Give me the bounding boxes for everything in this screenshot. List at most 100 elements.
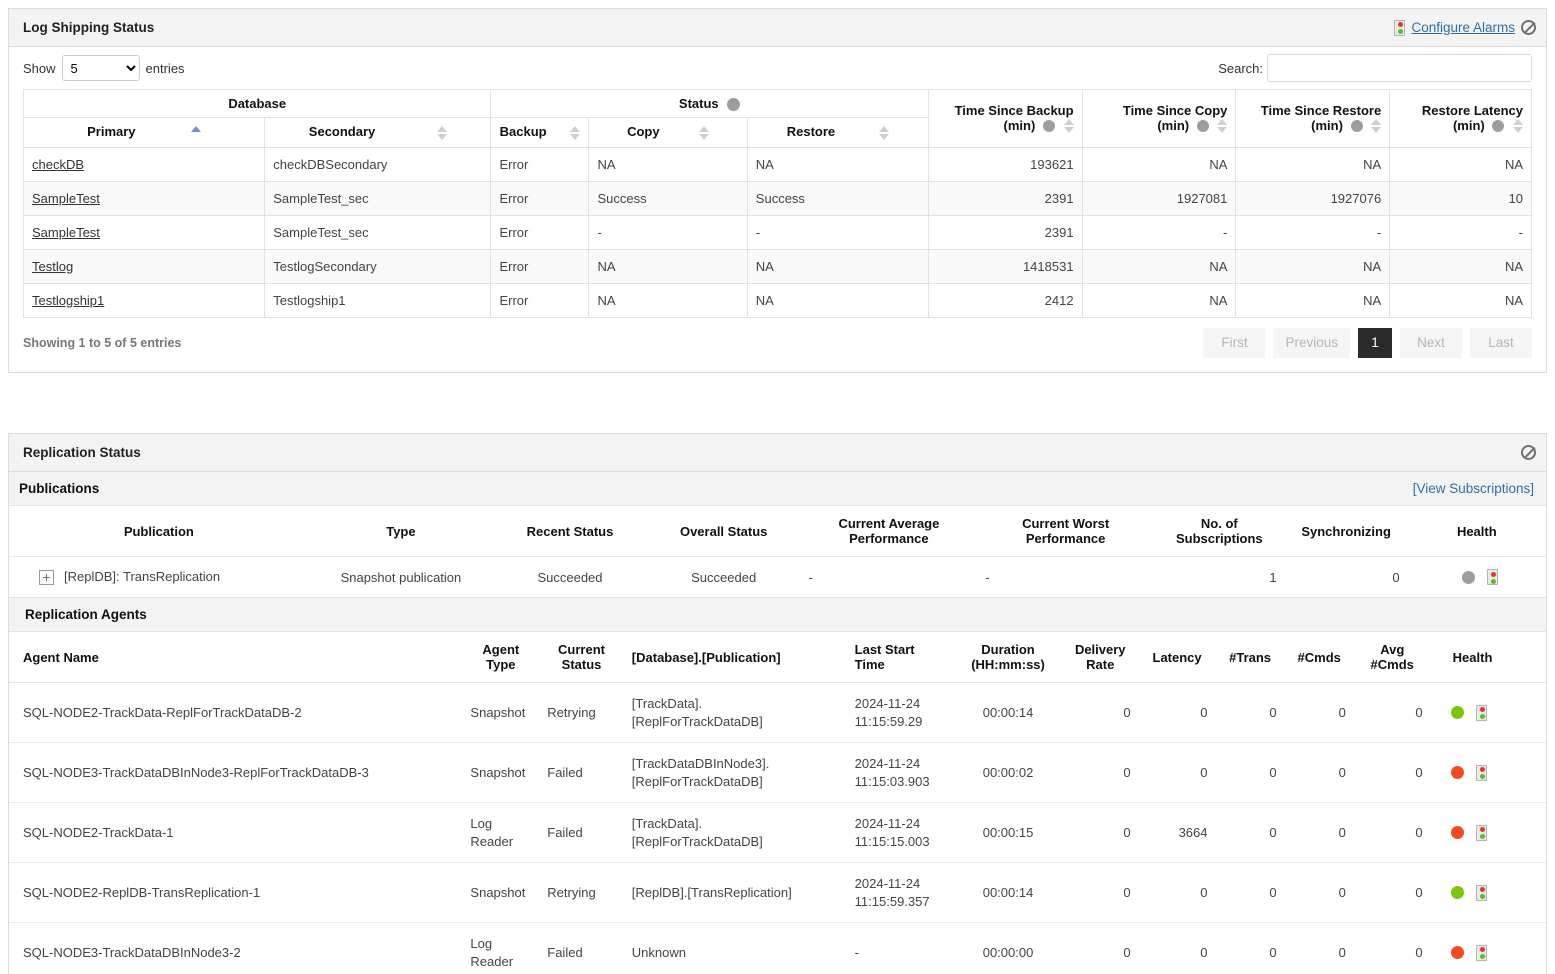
column-header-type: Type <box>386 523 416 539</box>
log-shipping-table: Database Status Time Since Backup (min) … <box>22 88 1532 318</box>
cell-current-status: Failed <box>539 922 624 974</box>
traffic-light-icon[interactable] <box>1486 569 1498 586</box>
traffic-light-icon <box>1394 19 1406 36</box>
view-subscriptions-link[interactable]: [View Subscriptions] <box>1413 481 1534 496</box>
cell-latency: 0 <box>1138 682 1216 743</box>
log-shipping-controls: Show 5102550100 entries Search: <box>9 47 1546 89</box>
sort-arrows-restore-icon[interactable] <box>878 125 889 141</box>
cell-current-status: Failed <box>539 742 624 803</box>
cell-secondary: Testlogship1 <box>264 282 492 318</box>
table-row: Testlogship1 Testlogship1 Error NA NA 2412 NA N… <box>22 282 1532 318</box>
no-entry-icon[interactable] <box>1521 20 1536 35</box>
cell-secondary: TestlogSecondary <box>264 248 492 284</box>
no-entry-icon[interactable] <box>1521 445 1536 460</box>
table-row: SampleTest SampleTest_sec Error Success Succ… <box>22 180 1532 216</box>
column-header-restore[interactable]: Restore <box>746 117 929 148</box>
replication-agents-table: Agent Name Agent Type Current Status [Da… <box>9 632 1546 974</box>
cell-time-since-copy: NA <box>1081 146 1237 182</box>
cell-restore: NA <box>746 282 929 318</box>
traffic-light-icon[interactable] <box>1475 884 1487 901</box>
cell-health <box>1430 742 1546 803</box>
cell-copy: - <box>588 214 748 250</box>
primary-database-link[interactable]: Testlogship1 <box>32 293 104 308</box>
pagination-previous-button[interactable]: Previous <box>1273 327 1350 358</box>
primary-database-link[interactable]: SampleTest <box>32 225 100 240</box>
table-row: SQL-NODE3-TrackDataDBInNode3-ReplForTrac… <box>9 742 1546 803</box>
traffic-light-icon[interactable] <box>1475 764 1487 781</box>
health-status-dot-icon <box>1450 886 1464 900</box>
cell-primary: checkDB <box>22 146 266 182</box>
column-header-time-since-restore[interactable]: Time Since Restore (min) <box>1235 89 1391 148</box>
log-shipping-header: Log Shipping Status Configure Alarms <box>9 9 1546 47</box>
sort-arrows-backup-icon[interactable] <box>570 125 581 141</box>
cell-synchronizing: 0 <box>1284 555 1408 598</box>
column-header-backup[interactable]: Backup <box>490 117 590 148</box>
log-shipping-table-body: checkDB checkDBSecondary Error NA NA 193621 NA… <box>22 146 1532 318</box>
table-row: SampleTest SampleTest_sec Error - -2391- - - <box>22 214 1532 250</box>
pagination-next-button[interactable]: Next <box>1400 327 1462 358</box>
health-indicators <box>1439 764 1538 781</box>
sort-arrows-time-since-copy-icon[interactable] <box>1217 118 1228 134</box>
configure-alarms-link[interactable]: Configure Alarms <box>1411 20 1515 35</box>
cell-delivery-rate: 0 <box>1061 862 1139 923</box>
traffic-light-icon[interactable] <box>1475 824 1487 841</box>
cell-overall-status: Succeeded <box>646 555 801 598</box>
cell-cmds: 0 <box>1284 742 1354 803</box>
cell-avg-cmds: 0 <box>1353 922 1431 974</box>
cell-avg-cmds: 0 <box>1353 682 1431 743</box>
cell-trans: 0 <box>1215 802 1285 863</box>
column-header-restore-latency[interactable]: Restore Latency (min) <box>1389 89 1532 148</box>
primary-database-link[interactable]: checkDB <box>32 157 84 172</box>
sort-arrows-restore-latency-icon[interactable] <box>1513 118 1523 134</box>
cell-backup: Error <box>490 180 590 216</box>
show-entries-select[interactable]: 5102550100 <box>61 55 140 81</box>
traffic-light-icon[interactable] <box>1475 704 1487 721</box>
search-input[interactable] <box>1267 54 1532 82</box>
cell-time-since-backup: 2391 <box>927 214 1083 250</box>
column-header-copy[interactable]: Copy <box>588 117 748 148</box>
publications-header-row: Publication Type Recent Status Overall S… <box>9 506 1546 557</box>
expand-plus-icon[interactable] <box>39 570 54 586</box>
cell-type: Snapshot publication <box>308 555 494 598</box>
column-header-primary[interactable]: Primary <box>22 117 266 148</box>
column-header-latency: Latency <box>1138 632 1216 684</box>
cell-delivery-rate: 0 <box>1061 802 1139 863</box>
pagination-first-button[interactable]: First <box>1203 327 1266 358</box>
primary-database-link[interactable]: SampleTest <box>32 191 100 206</box>
cell-cmds: 0 <box>1284 802 1354 863</box>
cell-latency: 3664 <box>1138 802 1216 863</box>
cell-current-status: Retrying <box>539 862 624 923</box>
sort-arrows-secondary-icon[interactable] <box>436 125 447 141</box>
sort-arrows-time-since-backup-icon[interactable] <box>1063 118 1074 134</box>
pagination-last-button[interactable]: Last <box>1470 327 1532 358</box>
sort-arrows-time-since-restore-icon[interactable] <box>1371 118 1382 134</box>
cell-current-status: Failed <box>539 802 624 863</box>
traffic-light-icon[interactable] <box>1475 944 1487 961</box>
column-header-overall-status: Overall Status <box>679 523 768 539</box>
cell-restore-latency: NA <box>1389 146 1532 182</box>
time-since-backup-dot-icon <box>1042 120 1055 133</box>
column-header-secondary[interactable]: Secondary <box>264 117 492 148</box>
primary-database-link[interactable]: Testlog <box>32 259 73 274</box>
column-header-backup-label: Backup <box>499 124 547 140</box>
table-row: checkDB checkDBSecondary Error NA NA 193621 NA… <box>22 146 1532 182</box>
sort-arrow-primary-asc-icon[interactable] <box>191 125 202 141</box>
column-header-time-since-backup[interactable]: Time Since Backup (min) <box>927 89 1083 148</box>
cell-avg-cmds: 0 <box>1353 742 1431 803</box>
health-indicators <box>1439 824 1538 841</box>
pagination-page-1-button[interactable]: 1 <box>1358 327 1392 358</box>
cell-trans: 0 <box>1215 682 1285 743</box>
replication-agents-header-row: Agent Name Agent Type Current Status [Da… <box>9 632 1546 684</box>
sort-arrows-copy-icon[interactable] <box>699 125 710 141</box>
column-header-time-since-copy[interactable]: Time Since Copy (min) <box>1081 89 1237 148</box>
cell-health <box>1430 802 1546 863</box>
cell-agent-type: Snapshot <box>462 682 540 743</box>
show-entries-label: Show <box>23 60 56 76</box>
cell-secondary: SampleTest_sec <box>264 180 492 216</box>
cell-latency: 0 <box>1138 742 1216 803</box>
cell-time-since-restore: NA <box>1235 146 1391 182</box>
health-status-dot-icon <box>1450 766 1464 780</box>
table-group-header-row: Database Status Time Since Backup (min) … <box>22 88 1532 148</box>
entries-label: entries <box>145 60 185 76</box>
cell-agent-name: SQL-NODE2-TrackData-ReplForTrackDataDB-2 <box>9 682 463 743</box>
